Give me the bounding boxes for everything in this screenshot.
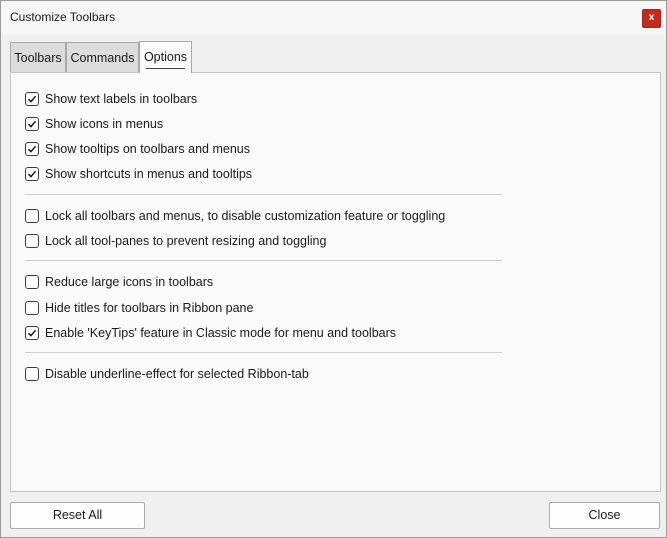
window-title: Customize Toolbars — [10, 10, 116, 24]
checkmark-icon — [27, 120, 37, 128]
options-panel: Show text labels in toolbars Show icons … — [10, 72, 661, 492]
checkbox[interactable] — [25, 92, 39, 106]
option-label: Enable 'KeyTips' feature in Classic mode… — [45, 326, 397, 340]
separator — [25, 194, 502, 195]
tab-commands[interactable]: Commands — [66, 42, 139, 72]
option-reduce-large-icons[interactable]: Reduce large icons in toolbars — [25, 273, 213, 291]
option-lock-toolbars-menus[interactable]: Lock all toolbars and menus, to disable … — [25, 207, 445, 225]
separator — [25, 260, 502, 261]
checkbox[interactable] — [25, 142, 39, 156]
checkbox[interactable] — [25, 301, 39, 315]
checkmark-icon — [27, 170, 37, 178]
option-label: Hide titles for toolbars in Ribbon pane — [45, 301, 254, 315]
tab-options[interactable]: Options — [139, 41, 192, 73]
option-label: Show tooltips on toolbars and menus — [45, 142, 250, 156]
checkbox[interactable] — [25, 367, 39, 381]
checkmark-icon — [27, 145, 37, 153]
option-label: Disable underline-effect for selected Ri… — [45, 367, 309, 381]
option-show-icons-in-menus[interactable]: Show icons in menus — [25, 115, 163, 133]
close-button[interactable]: Close — [549, 502, 660, 529]
option-show-shortcuts[interactable]: Show shortcuts in menus and tooltips — [25, 165, 252, 183]
checkmark-icon — [27, 95, 37, 103]
option-enable-keytips[interactable]: Enable 'KeyTips' feature in Classic mode… — [25, 324, 396, 342]
checkbox[interactable] — [25, 275, 39, 289]
checkmark-icon — [27, 329, 37, 337]
tab-toolbars[interactable]: Toolbars — [10, 42, 66, 72]
option-label: Lock all tool-panes to prevent resizing … — [45, 234, 327, 248]
option-disable-underline-effect[interactable]: Disable underline-effect for selected Ri… — [25, 365, 309, 383]
option-label: Show icons in menus — [45, 117, 164, 131]
checkbox[interactable] — [25, 167, 39, 181]
button-bar: Reset All Close — [1, 493, 666, 537]
option-label: Reduce large icons in toolbars — [45, 275, 214, 289]
tab-options-label: Options — [143, 50, 188, 64]
checkbox[interactable] — [25, 117, 39, 131]
checkbox[interactable] — [25, 209, 39, 223]
option-label: Lock all toolbars and menus, to disable … — [45, 209, 446, 223]
separator — [25, 352, 502, 353]
customize-toolbars-dialog: Customize Toolbars x Toolbars Commands O… — [0, 0, 667, 538]
option-show-tooltips[interactable]: Show tooltips on toolbars and menus — [25, 140, 250, 158]
tab-active-underline — [146, 68, 185, 69]
option-show-text-labels[interactable]: Show text labels in toolbars — [25, 90, 197, 108]
option-label: Show shortcuts in menus and tooltips — [45, 167, 253, 181]
option-lock-tool-panes[interactable]: Lock all tool-panes to prevent resizing … — [25, 232, 326, 250]
option-hide-ribbon-titles[interactable]: Hide titles for toolbars in Ribbon pane — [25, 299, 253, 317]
title-bar[interactable]: Customize Toolbars x — [1, 1, 666, 35]
checkbox[interactable] — [25, 234, 39, 248]
reset-all-button[interactable]: Reset All — [10, 502, 145, 529]
checkbox[interactable] — [25, 326, 39, 340]
close-icon[interactable]: x — [642, 9, 661, 28]
option-label: Show text labels in toolbars — [45, 92, 198, 106]
